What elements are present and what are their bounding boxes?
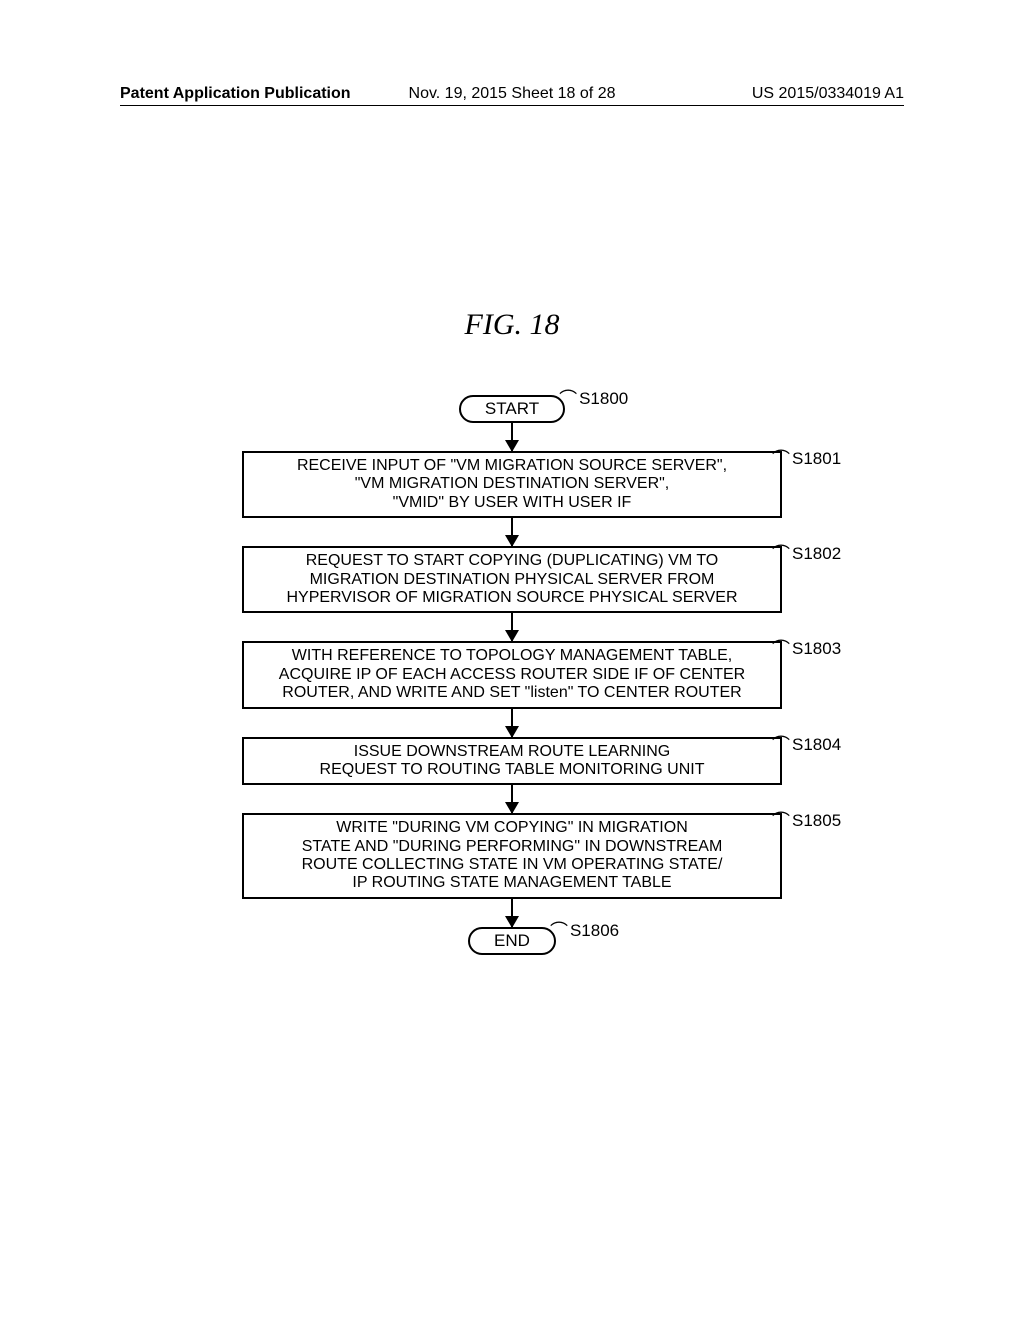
- flow-step-4: ISSUE DOWNSTREAM ROUTE LEARNINGREQUEST T…: [242, 737, 782, 786]
- flow-step-3-wrap: WITH REFERENCE TO TOPOLOGY MANAGEMENT TA…: [242, 641, 782, 708]
- header-date-sheet: Nov. 19, 2015 Sheet 18 of 28: [409, 85, 616, 103]
- step-label-start: ⌒ S1800: [559, 389, 628, 409]
- step-id: S1803: [792, 639, 841, 659]
- flow-arrow-icon: [511, 518, 513, 546]
- flow-arrow-icon: [511, 899, 513, 927]
- step-id: S1802: [792, 544, 841, 564]
- flow-step-2: REQUEST TO START COPYING (DUPLICATING) V…: [242, 546, 782, 613]
- step-id: S1801: [792, 449, 841, 469]
- flow-arrow-icon: [511, 613, 513, 641]
- flow-arrow-icon: [511, 785, 513, 813]
- step-label-4: ⌒ S1804: [772, 735, 841, 755]
- flow-step-2-wrap: REQUEST TO START COPYING (DUPLICATING) V…: [242, 546, 782, 613]
- step-label-2: ⌒ S1802: [772, 544, 841, 564]
- bracket-icon: ⌒: [559, 392, 577, 406]
- header-publication: Patent Application Publication: [120, 85, 351, 103]
- step-id: S1800: [579, 389, 628, 409]
- step-id: S1805: [792, 811, 841, 831]
- step-label-3: ⌒ S1803: [772, 639, 841, 659]
- bracket-icon: ⌒: [772, 547, 790, 561]
- bracket-icon: ⌒: [772, 642, 790, 656]
- step-label-end: ⌒ S1806: [550, 921, 619, 941]
- bracket-icon: ⌒: [772, 814, 790, 828]
- flow-arrow-icon: [511, 423, 513, 451]
- bracket-icon: ⌒: [550, 924, 568, 938]
- flow-step-1-wrap: RECEIVE INPUT OF "VM MIGRATION SOURCE SE…: [242, 451, 782, 518]
- flow-start-wrap: START ⌒ S1800: [459, 395, 565, 423]
- flow-step-5: WRITE "DURING VM COPYING" IN MIGRATIONST…: [242, 813, 782, 899]
- figure-title: FIG. 18: [465, 308, 560, 342]
- step-label-1: ⌒ S1801: [772, 449, 841, 469]
- bracket-icon: ⌒: [772, 452, 790, 466]
- flow-step-5-wrap: WRITE "DURING VM COPYING" IN MIGRATIONST…: [242, 813, 782, 899]
- flowchart: START ⌒ S1800 RECEIVE INPUT OF "VM MIGRA…: [232, 395, 792, 955]
- flow-step-4-wrap: ISSUE DOWNSTREAM ROUTE LEARNINGREQUEST T…: [242, 737, 782, 786]
- header-patent-number: US 2015/0334019 A1: [752, 85, 904, 103]
- flow-start: START: [459, 395, 565, 423]
- step-id: S1804: [792, 735, 841, 755]
- step-label-5: ⌒ S1805: [772, 811, 841, 831]
- page-header: Patent Application Publication Nov. 19, …: [120, 85, 904, 106]
- flow-arrow-icon: [511, 709, 513, 737]
- bracket-icon: ⌒: [772, 738, 790, 752]
- flow-step-3: WITH REFERENCE TO TOPOLOGY MANAGEMENT TA…: [242, 641, 782, 708]
- flow-end-wrap: END ⌒ S1806: [468, 927, 556, 955]
- flow-step-1: RECEIVE INPUT OF "VM MIGRATION SOURCE SE…: [242, 451, 782, 518]
- flow-end: END: [468, 927, 556, 955]
- step-id: S1806: [570, 921, 619, 941]
